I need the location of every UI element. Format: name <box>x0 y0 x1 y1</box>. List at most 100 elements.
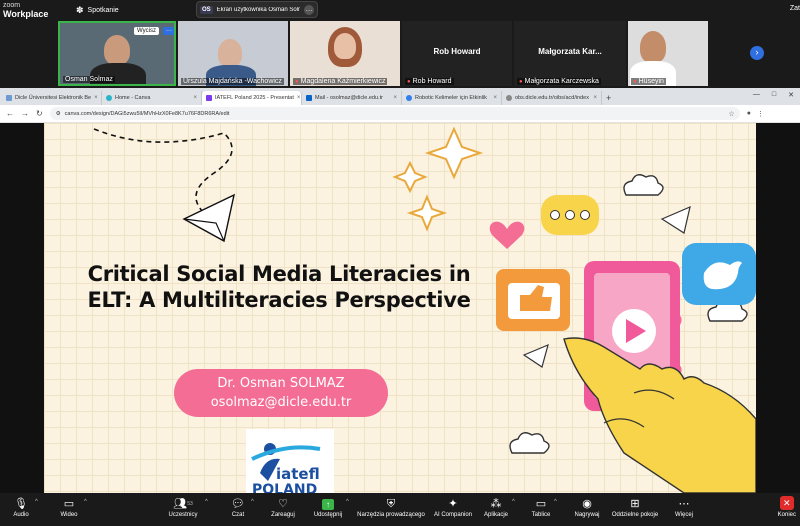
more-dots-icon: ⋯ <box>678 498 690 510</box>
participant-tile[interactable]: Rob Howard ● Rob Howard <box>402 21 512 86</box>
react-button[interactable]: ♡ Zareaguj <box>270 496 296 518</box>
close-window-icon[interactable]: ✕ <box>788 91 794 99</box>
participants-options-chevron-icon[interactable]: ^ <box>205 499 208 505</box>
meeting-info-button[interactable]: ✽ Spotkanie <box>76 5 119 16</box>
zoom-logo: zoom Workplace <box>3 2 48 19</box>
slide-letterbox-left <box>0 123 44 493</box>
browser-tab[interactable]: Robotic Kelimeler için Etkinlik × <box>402 91 502 105</box>
shield-icon: ⛨ <box>386 498 396 510</box>
reload-icon[interactable]: ↻ <box>36 109 43 118</box>
participant-video <box>104 35 130 65</box>
screen-share-indicator[interactable]: OS Ekran użytkownika Osman Solma … <box>196 1 318 18</box>
url-text: canva.com/design/DAGi5zwu5lI/MVhHzX0Fe8K… <box>64 110 230 117</box>
chat-options-chevron-icon[interactable]: ^ <box>251 499 254 505</box>
record-button[interactable]: ◉ Nagrywaj <box>573 496 601 518</box>
chat-button[interactable]: 💬︎ Czat <box>228 496 248 518</box>
tab-close-icon[interactable]: × <box>593 95 597 101</box>
cloud-icon <box>623 174 664 196</box>
browser-tab[interactable]: obs.dicle.edu.tr/oibs/acd/index × <box>502 91 602 105</box>
share-label: Udostępnij <box>313 512 343 518</box>
host-tools-button[interactable]: ⛨ Narzędzia prowadzącego <box>356 496 426 518</box>
apps-options-chevron-icon[interactable]: ^ <box>512 499 515 505</box>
whiteboards-options-chevron-icon[interactable]: ^ <box>554 499 557 505</box>
new-tab-button[interactable]: + <box>602 91 615 105</box>
more-button[interactable]: ⋯ Więcej <box>672 496 696 518</box>
presentation-slide: Critical Social Media Literacies in ELT:… <box>44 123 756 493</box>
tab-close-icon[interactable]: × <box>193 95 197 101</box>
participants-icon: 👥︎53 <box>173 498 193 510</box>
share-more-icon[interactable]: … <box>304 4 314 15</box>
ai-label: AI Companion <box>433 512 473 518</box>
video-options-chevron-icon[interactable]: ^ <box>84 499 87 505</box>
tab-close-icon[interactable]: × <box>493 95 497 101</box>
tab-label: Home - Canva <box>115 95 151 101</box>
participant-name-label: ● Małgorzata Karczewska <box>517 78 601 85</box>
host-tools-label: Narzędzia prowadzącego <box>357 512 425 518</box>
react-label: Zareaguj <box>271 512 295 518</box>
browser-menu-icon[interactable]: ⋮ <box>757 110 764 118</box>
audio-options-chevron-icon[interactable]: ^ <box>35 499 38 505</box>
tab-close-icon[interactable]: × <box>94 95 98 101</box>
bookmark-star-icon[interactable]: ☆ <box>728 110 739 118</box>
share-options-chevron-icon[interactable]: ^ <box>346 499 349 505</box>
author-name: Dr. Osman SOLMAZ <box>217 376 345 391</box>
forward-icon[interactable]: → <box>21 109 29 118</box>
participant-name: Małgorzata Karczewska <box>524 78 599 85</box>
participant-name-label: ● Hüseyin <box>631 78 666 85</box>
mute-participant-button[interactable]: Wycisz <box>134 27 159 35</box>
profile-icon[interactable]: ● <box>747 110 751 118</box>
maximize-icon[interactable]: □ <box>772 91 776 99</box>
chat-label: Czat <box>231 512 245 518</box>
video-label: Wideo <box>60 512 78 518</box>
audio-label: Audio <box>13 512 29 518</box>
browser-tab[interactable]: Dicle Üniversitesi Elektronik Be × <box>2 91 102 105</box>
tab-close-icon[interactable]: × <box>393 95 397 101</box>
audio-button[interactable]: 🎙︎ Audio <box>10 496 32 518</box>
muted-mic-icon: ● <box>519 78 523 85</box>
share-screen-button[interactable]: ↑ Udostępnij <box>312 496 344 518</box>
participant-tile[interactable]: Urszula Majdańska -Wachowicz <box>178 21 288 86</box>
browser-toolbar: ← → ↻ ⚙ canva.com/design/DAGi5zwu5lI/MVh… <box>0 105 800 123</box>
participant-name: Hüseyin <box>638 78 664 85</box>
participant-tile[interactable]: Małgorzata Kar... ● Małgorzata Karczewsk… <box>514 21 626 86</box>
back-icon[interactable]: ← <box>6 109 14 118</box>
next-participants-button[interactable]: › <box>750 46 764 60</box>
window-controls: — □ ✕ <box>753 91 794 99</box>
zoom-top-bar: zoom Workplace ✽ Spotkanie OS Ekran użyt… <box>0 0 800 20</box>
logo-text-poland: POLAND <box>252 482 318 493</box>
zoom-window: zoom Workplace ✽ Spotkanie OS Ekran użyt… <box>0 0 800 526</box>
tab-favicon-icon <box>106 95 112 101</box>
participant-face <box>334 33 356 59</box>
tab-favicon-icon <box>206 95 212 101</box>
end-meeting-button[interactable]: ✕ Koniec <box>778 496 796 518</box>
participant-more-button[interactable]: ··· <box>163 27 174 35</box>
browser-tab-active[interactable]: IATEFL Poland 2025 - Presentat × <box>202 91 302 105</box>
address-bar[interactable]: ⚙ canva.com/design/DAGi5zwu5lI/MVhHzX0Fe… <box>49 107 740 120</box>
tab-label: Robotic Kelimeler için Etkinlik <box>415 95 487 101</box>
tab-label: Mail - osolmaz@dicle.edu.tr <box>315 95 383 101</box>
sparkle-icon-small-2 <box>406 194 448 232</box>
browser-tab[interactable]: Mail - osolmaz@dicle.edu.tr × <box>302 91 402 105</box>
meeting-icon: ✽ <box>76 5 84 15</box>
tab-label: obs.dicle.edu.tr/oibs/acd/index <box>515 95 589 101</box>
ai-companion-button[interactable]: ✦ AI Companion <box>432 496 474 518</box>
site-info-icon[interactable]: ⚙ <box>56 111 61 117</box>
tab-favicon-icon <box>306 95 312 101</box>
whiteboards-button[interactable]: ▭ Tablice <box>530 496 552 518</box>
participants-button[interactable]: 👥︎53 Uczestnicy <box>166 496 200 518</box>
minimize-icon[interactable]: — <box>753 91 760 99</box>
participant-tile[interactable]: Wycisz ··· Osman Solmaz <box>58 21 176 86</box>
tab-favicon-icon <box>6 95 12 101</box>
participant-name-label: Osman Solmaz <box>63 76 115 83</box>
video-button[interactable]: ▭ Wideo <box>57 496 81 518</box>
participant-tile[interactable]: ● Magdalena Kaźmierkiewicz <box>290 21 400 86</box>
apps-label: Aplikacje <box>483 512 508 518</box>
logo-text-iatefl: iatefl <box>276 465 320 483</box>
breakout-rooms-button[interactable]: ⊞ Oddzielne pokoje <box>610 496 660 518</box>
participant-name-label: ● Magdalena Kaźmierkiewicz <box>293 78 388 85</box>
participant-tile[interactable]: ● Hüseyin <box>628 21 708 86</box>
browser-tab[interactable]: Home - Canva × <box>102 91 202 105</box>
apps-button[interactable]: ⁂ Aplikacje <box>482 496 510 518</box>
tab-close-icon[interactable]: × <box>297 95 301 101</box>
breakout-rooms-icon: ⊞ <box>630 498 640 510</box>
